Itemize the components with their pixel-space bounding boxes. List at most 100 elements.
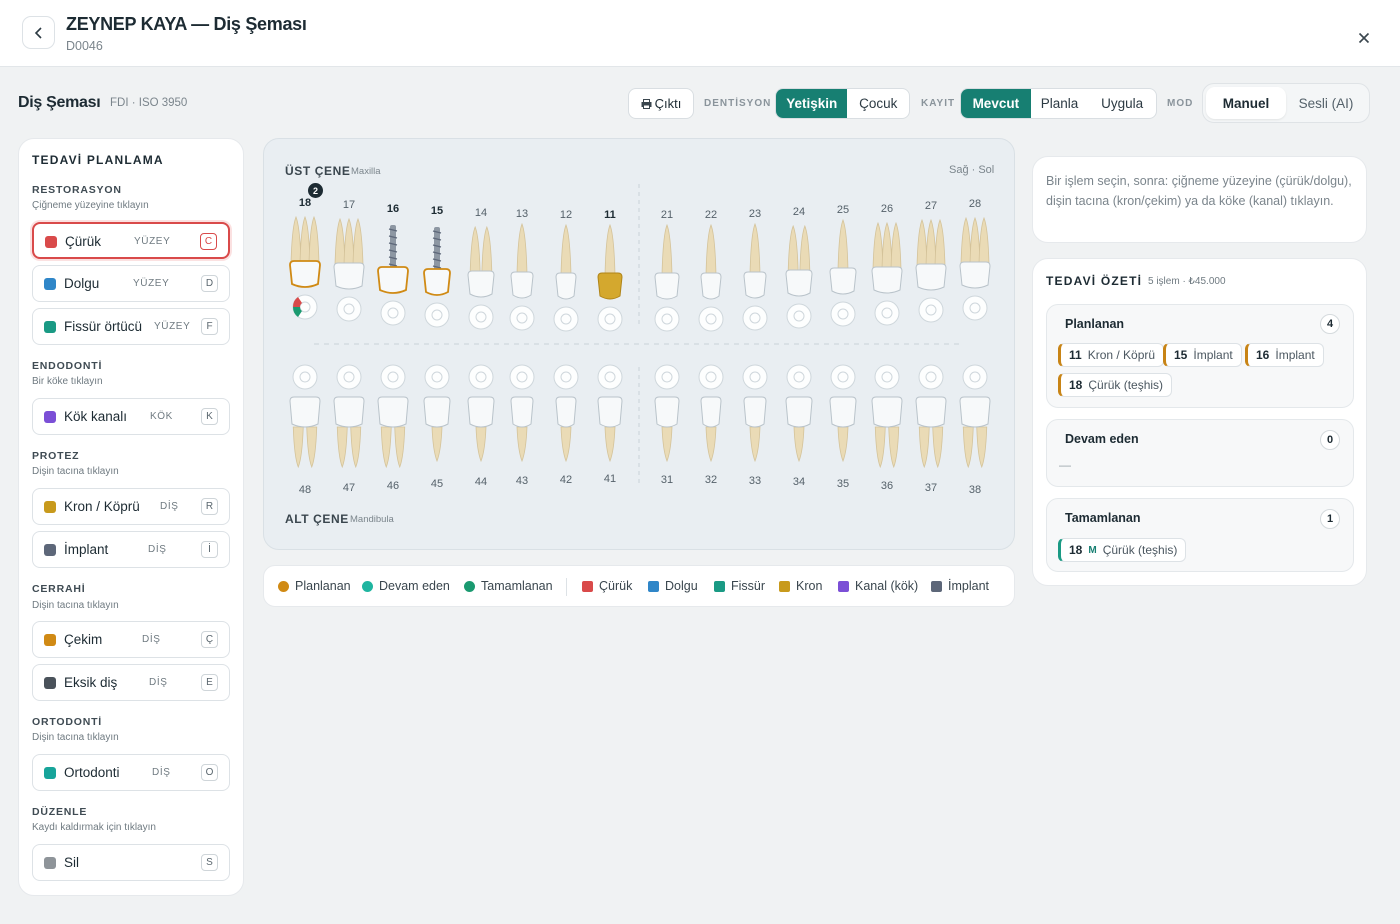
- side-label: Sağ · Sol: [949, 164, 995, 176]
- tooth-32[interactable]: [698, 364, 724, 463]
- tooth-number-14: 14: [474, 207, 488, 219]
- completed-item-18[interactable]: 18 M Çürük (teşhis): [1058, 538, 1187, 562]
- tooth-37[interactable]: [915, 364, 947, 469]
- tooth-26[interactable]: [871, 221, 903, 326]
- tooth-17[interactable]: [333, 217, 365, 322]
- caries-swatch: [45, 236, 57, 248]
- tool-tag: YÜZEY: [134, 236, 171, 247]
- tool-name: Çürük: [65, 234, 102, 249]
- tooth-44[interactable]: [467, 364, 495, 463]
- tooth-47[interactable]: [333, 364, 365, 469]
- tool-implant[interactable]: İmplant DİŞ İ: [32, 531, 230, 568]
- tooth-25[interactable]: [829, 218, 857, 327]
- filling-swatch: [44, 278, 56, 290]
- missing-swatch: [44, 677, 56, 689]
- tooth-number-22: 22: [704, 209, 718, 221]
- tool-shortcut: R: [201, 498, 218, 515]
- group-subtitle: Dişin tacına tıklayın: [32, 466, 119, 477]
- tooth-12[interactable]: [553, 223, 579, 332]
- legend-caries: Çürük: [582, 579, 632, 593]
- tooth-number-38: 38: [968, 484, 982, 496]
- tool-tag: DİŞ: [142, 634, 161, 645]
- legend-divider: [566, 578, 567, 596]
- delete-swatch: [44, 857, 56, 869]
- record-toggle: Mevcut Planla Uygula: [960, 88, 1157, 119]
- tool-fissure-sealant[interactable]: Fissür örtücü YÜZEY F: [32, 308, 230, 345]
- planned-count: 4: [1320, 314, 1340, 334]
- tooth-48[interactable]: [289, 364, 321, 469]
- record-apply-option[interactable]: Uygula: [1088, 89, 1156, 118]
- record-current-option[interactable]: Mevcut: [961, 89, 1031, 118]
- planned-title: Planlanan: [1065, 317, 1125, 331]
- back-button[interactable]: [22, 16, 55, 49]
- tooth-41[interactable]: [597, 364, 623, 463]
- tooth-31[interactable]: [654, 364, 680, 463]
- tooth-15[interactable]: [423, 227, 451, 328]
- fissure-swatch: [44, 321, 56, 333]
- tooth-number-47: 47: [342, 482, 356, 494]
- tooth-number-13: 13: [515, 208, 529, 220]
- tooth-34[interactable]: [785, 364, 813, 463]
- tooth-14[interactable]: [467, 225, 495, 330]
- tooth-38[interactable]: [959, 364, 991, 469]
- chevron-left-icon: [34, 26, 42, 39]
- dentition-adult-option[interactable]: Yetişkin: [776, 89, 848, 118]
- legend-implant: İmplant: [931, 579, 989, 593]
- planned-item-11[interactable]: 11 Kron / Köprü: [1058, 343, 1165, 367]
- tooth-45[interactable]: [423, 364, 451, 463]
- tool-delete[interactable]: Sil S: [32, 844, 230, 881]
- planning-title: TEDAVİ PLANLAMA: [32, 153, 164, 167]
- tooth-28[interactable]: [959, 216, 991, 321]
- tooth-11[interactable]: [597, 223, 623, 332]
- tooth-22[interactable]: [698, 223, 724, 332]
- tooth-27[interactable]: [915, 218, 947, 323]
- tooth-number-23: 23: [748, 208, 762, 220]
- mode-manual-option[interactable]: Manuel: [1206, 87, 1286, 119]
- tooth-18[interactable]: [289, 215, 321, 320]
- group-title: RESTORASYON: [32, 184, 122, 196]
- planned-item-18[interactable]: 18 Çürük (teşhis): [1058, 373, 1173, 397]
- ongoing-empty: —: [1059, 458, 1071, 472]
- planned-item-16[interactable]: 16 İmplant: [1245, 343, 1324, 367]
- tool-root-canal[interactable]: Kök kanalı KÖK K: [32, 398, 230, 435]
- planned-item-15[interactable]: 15 İmplant: [1163, 343, 1242, 367]
- ongoing-title: Devam eden: [1065, 432, 1139, 446]
- tool-tag: DİŞ: [160, 501, 179, 512]
- group-title: DÜZENLE: [32, 806, 88, 818]
- ortho-swatch: [44, 767, 56, 779]
- patient-id: D0046: [66, 39, 103, 53]
- tool-filling[interactable]: Dolgu YÜZEY D: [32, 265, 230, 302]
- close-button[interactable]: [1354, 28, 1374, 48]
- tool-crown-bridge[interactable]: Kron / Köprü DİŞ R: [32, 488, 230, 525]
- tool-extraction[interactable]: Çekim DİŞ Ç: [32, 621, 230, 658]
- tooth-43[interactable]: [509, 364, 535, 463]
- print-button[interactable]: Çıktı: [628, 88, 694, 119]
- tool-tag: YÜZEY: [133, 278, 170, 289]
- tooth-36[interactable]: [871, 364, 903, 469]
- tooth-16[interactable]: [377, 225, 409, 326]
- group-title: ORTODONTİ: [32, 716, 103, 728]
- legend-planned: Planlanan: [278, 579, 351, 593]
- mode-voice-option[interactable]: Sesli (AI): [1286, 87, 1366, 119]
- tooth-number-25: 25: [836, 204, 850, 216]
- tooth-23[interactable]: [742, 222, 768, 331]
- tooth-33[interactable]: [742, 364, 768, 463]
- tooth-number-24: 24: [792, 206, 806, 218]
- tooth-42[interactable]: [553, 364, 579, 463]
- tool-shortcut: F: [201, 318, 218, 335]
- tooth-46[interactable]: [377, 364, 409, 469]
- tooth-21[interactable]: [654, 223, 680, 332]
- close-icon: [1358, 32, 1370, 44]
- crown-swatch: [44, 501, 56, 513]
- tool-caries[interactable]: Çürük YÜZEY C: [32, 222, 230, 259]
- tooth-35[interactable]: [829, 364, 857, 463]
- dentition-child-option[interactable]: Çocuk: [847, 89, 909, 118]
- record-plan-option[interactable]: Planla: [1031, 89, 1089, 118]
- tooth-24[interactable]: [785, 224, 813, 329]
- tooth-number-44: 44: [474, 476, 488, 488]
- tool-orthodontics[interactable]: Ortodonti DİŞ O: [32, 754, 230, 791]
- tooth-13[interactable]: [509, 222, 535, 331]
- tool-missing-tooth[interactable]: Eksik diş DİŞ E: [32, 664, 230, 701]
- dental-chart-panel: ÜST ÇENE Maxilla ALT ÇENE Mandibula 18 17…: [263, 138, 1015, 550]
- tooth-number-18: 18: [298, 197, 312, 209]
